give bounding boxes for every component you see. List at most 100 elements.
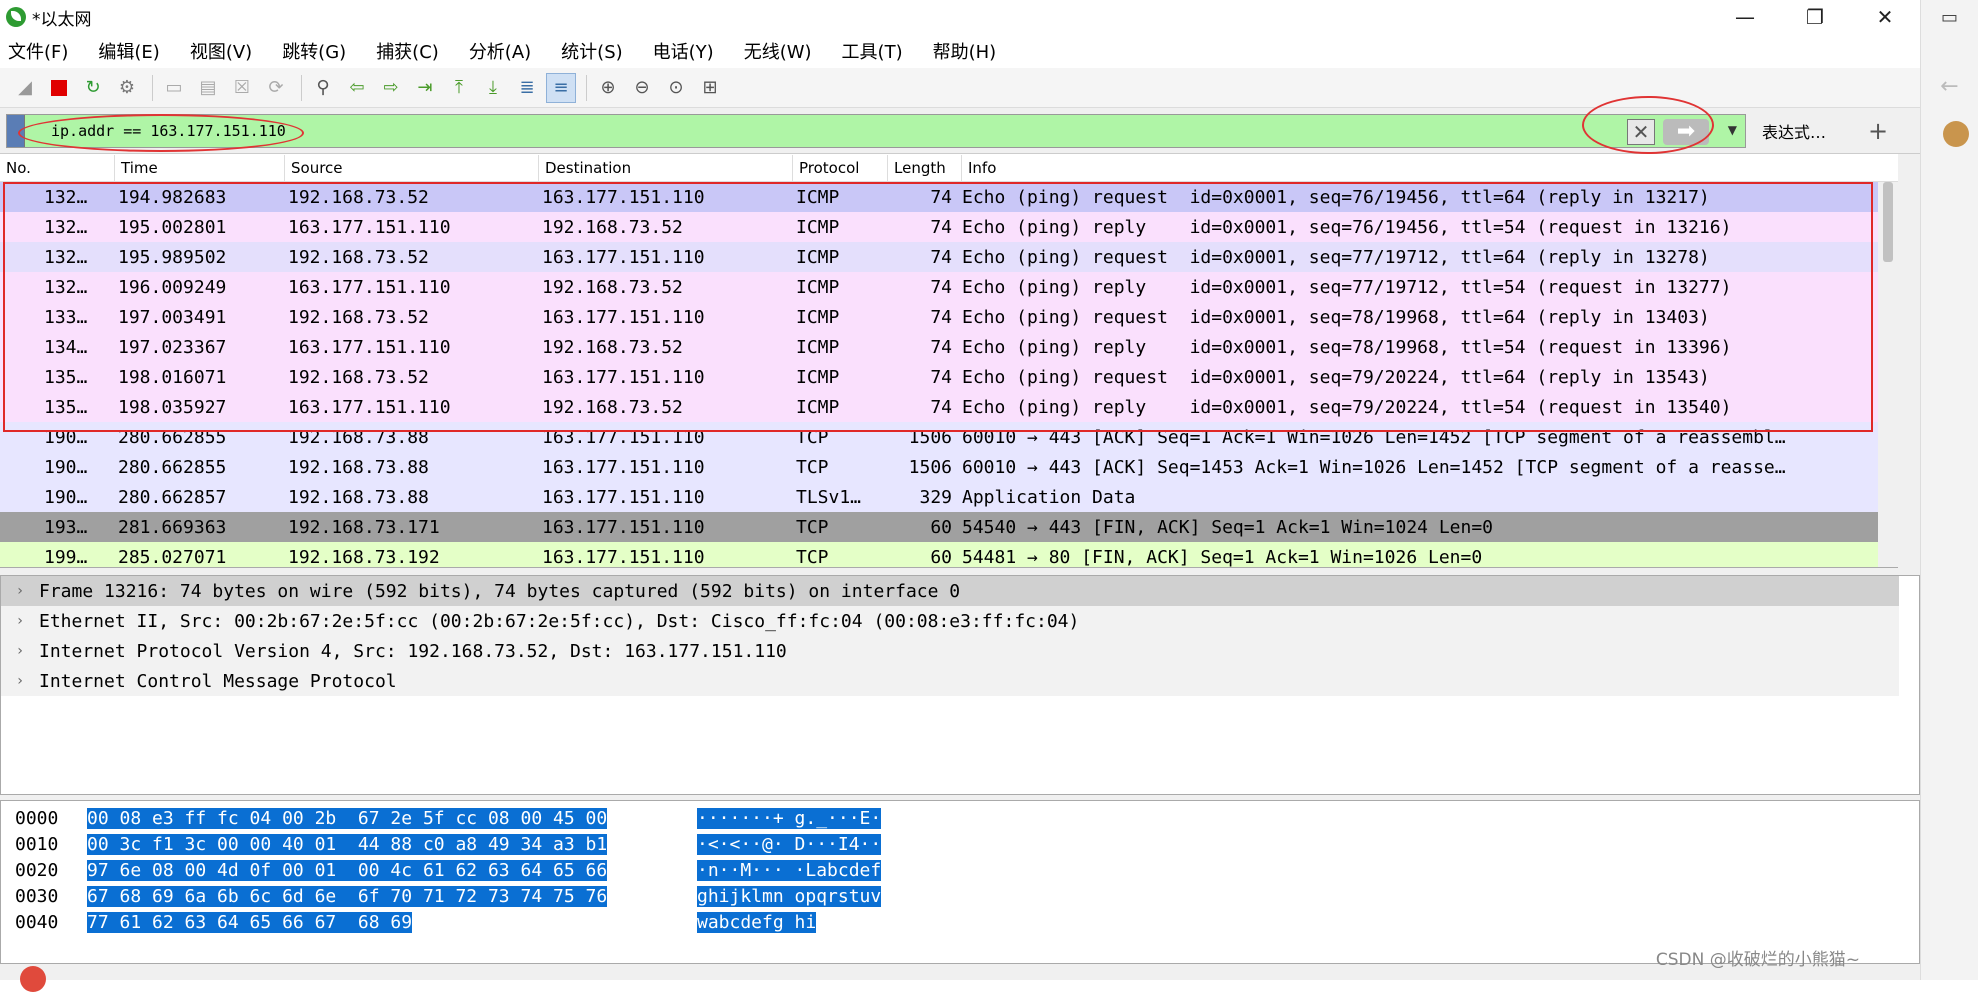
cell-time: 198.016071 [118, 366, 227, 388]
ascii-bytes[interactable]: ·n··M··· ·Labcdef [697, 859, 882, 881]
expand-icon[interactable]: › [1, 583, 39, 599]
menu-analyze[interactable]: 分析(A) [469, 38, 531, 64]
column-header-source[interactable]: Source [285, 155, 539, 181]
byte-row[interactable]: 0040 77 61 62 63 64 65 66 67 68 69 wabcdef… [1, 909, 1919, 935]
table-row[interactable]: 132… 194.982683 192.168.73.52 163.177.151.1… [0, 182, 1898, 212]
byte-row[interactable]: 0030 67 68 69 6a 6b 6c 6d 6e 6f 70 71 72 … [1, 883, 1919, 909]
autoscroll-icon[interactable]: ≣ [512, 73, 542, 103]
detail-ethernet[interactable]: › Ethernet II, Src: 00:2b:67:2e:5f:cc (00… [1, 606, 1899, 636]
column-header-info[interactable]: Info [962, 155, 1876, 181]
save-file-icon[interactable]: ▤ [193, 73, 223, 103]
first-packet-icon[interactable]: ⤒ [444, 73, 474, 103]
zoom-out-icon[interactable]: ⊖ [627, 73, 657, 103]
ascii-bytes[interactable]: ·<·<··@· D···I4·· [697, 833, 882, 855]
menu-go[interactable]: 跳转(G) [282, 38, 346, 64]
open-file-icon[interactable]: ▭ [159, 73, 189, 103]
hex-bytes[interactable]: 00 3c f1 3c 00 00 40 01 44 88 c0 a8 49 3… [87, 833, 608, 855]
ascii-bytes[interactable]: ghijklmn opqrstuv [697, 885, 882, 907]
reload-file-icon[interactable]: ⟳ [261, 73, 291, 103]
table-row[interactable]: 132… 195.002801 163.177.151.110 192.168.73.… [0, 212, 1898, 242]
last-packet-icon[interactable]: ⤓ [478, 73, 508, 103]
hex-bytes[interactable]: 67 68 69 6a 6b 6c 6d 6e 6f 70 71 72 73 7… [87, 885, 608, 907]
cell-protocol: ICMP [796, 366, 840, 388]
detail-ipv4[interactable]: › Internet Protocol Version 4, Src: 192.1… [1, 636, 1899, 666]
menu-capture[interactable]: 捕获(C) [376, 38, 439, 64]
column-header-length[interactable]: Length [888, 155, 962, 181]
ascii-bytes[interactable]: ·······+ g._···E· [697, 807, 882, 829]
column-header-destination[interactable]: Destination [539, 155, 793, 181]
menu-view[interactable]: 视图(V) [190, 38, 252, 64]
table-row[interactable]: 134… 197.023367 163.177.151.110 192.168.73.… [0, 332, 1898, 362]
cell-no: 132… [44, 276, 88, 298]
zoom-in-icon[interactable]: ⊕ [593, 73, 623, 103]
table-row[interactable]: 199… 285.027071 192.168.73.192 163.177.151.… [0, 542, 1898, 568]
hex-cell-wrap: 00 3c f1 3c 00 00 40 01 44 88 c0 a8 49 3… [87, 833, 697, 855]
table-row[interactable]: 132… 196.009249 163.177.151.110 192.168.73.… [0, 272, 1898, 302]
packet-list-scrollbar[interactable] [1878, 182, 1898, 567]
column-header-time[interactable]: Time [115, 155, 285, 181]
expression-button[interactable]: 表达式… [1762, 119, 1826, 143]
find-packet-icon[interactable]: ⚲ [308, 73, 338, 103]
table-row[interactable]: 135… 198.035927 163.177.151.110 192.168.73.… [0, 392, 1898, 422]
maximize-button[interactable]: ❐ [1780, 0, 1850, 34]
back-arrow-icon[interactable]: ← [1938, 74, 1962, 99]
close-file-icon[interactable]: ☒ [227, 73, 257, 103]
table-row[interactable]: 135… 198.016071 192.168.73.52 163.177.151.1… [0, 362, 1898, 392]
cell-length: 74 [930, 246, 952, 268]
capture-status-icon[interactable] [20, 966, 46, 992]
cell-protocol: TCP [796, 456, 829, 478]
minimize-button[interactable]: — [1710, 0, 1780, 34]
byte-row[interactable]: 0010 00 3c f1 3c 00 00 40 01 44 88 c0 a8 … [1, 831, 1919, 857]
expand-icon[interactable]: › [1, 613, 39, 629]
table-row[interactable]: 133… 197.003491 192.168.73.52 163.177.151.1… [0, 302, 1898, 332]
side-panel-icon[interactable]: ▭ [1921, 0, 1978, 34]
menu-wireless[interactable]: 无线(W) [744, 38, 812, 64]
table-row[interactable]: 190… 280.662855 192.168.73.88 163.177.151.1… [0, 452, 1898, 482]
byte-row[interactable]: 0020 97 6e 08 00 4d 0f 00 01 00 4c 61 62 … [1, 857, 1919, 883]
table-row[interactable]: 193… 281.669363 192.168.73.171 163.177.151.… [0, 512, 1898, 542]
go-to-packet-icon[interactable]: ⇥ [410, 73, 440, 103]
go-forward-icon[interactable]: ⇨ [376, 73, 406, 103]
expand-icon[interactable]: › [1, 643, 39, 659]
go-back-icon[interactable]: ⇦ [342, 73, 372, 103]
start-capture-icon[interactable]: ◢ [10, 73, 40, 103]
scrollbar-thumb[interactable] [1883, 182, 1893, 262]
cell-no: 199… [44, 546, 88, 568]
cell-source: 192.168.73.192 [288, 546, 440, 568]
filter-dropdown-icon[interactable]: ▼ [1728, 123, 1737, 137]
ascii-cell-wrap: ·<·<··@· D···I4·· [697, 833, 882, 855]
detail-frame[interactable]: › Frame 13216: 74 bytes on wire (592 bits… [1, 576, 1899, 606]
ascii-bytes[interactable]: wabcdefg hi [697, 911, 817, 933]
menu-statistics[interactable]: 统计(S) [561, 38, 622, 64]
stop-capture-icon[interactable] [44, 73, 74, 103]
resize-columns-icon[interactable]: ⊞ [695, 73, 725, 103]
cell-time: 195.002801 [118, 216, 227, 238]
add-filter-button[interactable]: + [1868, 117, 1888, 145]
menu-help[interactable]: 帮助(H) [933, 38, 997, 64]
restart-capture-icon[interactable]: ↻ [78, 73, 108, 103]
menu-edit[interactable]: 编辑(E) [98, 38, 159, 64]
column-header-protocol[interactable]: Protocol [793, 155, 888, 181]
menu-file[interactable]: 文件(F) [8, 38, 68, 64]
avatar[interactable] [1943, 121, 1969, 147]
capture-options-icon[interactable]: ⚙ [112, 73, 142, 103]
cell-source: 192.168.73.52 [288, 246, 429, 268]
byte-row[interactable]: 0000 00 08 e3 ff fc 04 00 2b 67 2e 5f cc … [1, 805, 1919, 831]
expand-icon[interactable]: › [1, 673, 39, 689]
cell-info: Echo (ping) request id=0x0001, seq=78/19… [962, 306, 1710, 328]
colorize-icon[interactable]: ≡ [546, 72, 576, 103]
zoom-reset-icon[interactable]: ⊙ [661, 73, 691, 103]
menu-telephony[interactable]: 电话(Y) [653, 38, 714, 64]
table-row[interactable]: 132… 195.989502 192.168.73.52 163.177.151.1… [0, 242, 1898, 272]
table-row[interactable]: 190… 280.662855 192.168.73.88 163.177.151.1… [0, 422, 1898, 452]
hex-bytes[interactable]: 77 61 62 63 64 65 66 67 68 69 [87, 911, 413, 933]
hex-bytes[interactable]: 00 08 e3 ff fc 04 00 2b 67 2e 5f cc 08 0… [87, 807, 608, 829]
close-button[interactable]: ✕ [1850, 0, 1920, 34]
cell-no: 134… [44, 336, 88, 358]
column-header-no[interactable]: No. [0, 155, 115, 181]
table-row[interactable]: 190… 280.662857 192.168.73.88 163.177.151.1… [0, 482, 1898, 512]
hex-bytes[interactable]: 97 6e 08 00 4d 0f 00 01 00 4c 61 62 63 6… [87, 859, 608, 881]
detail-icmp[interactable]: › Internet Control Message Protocol [1, 666, 1899, 696]
cell-no: 193… [44, 516, 88, 538]
menu-tools[interactable]: 工具(T) [842, 38, 903, 64]
